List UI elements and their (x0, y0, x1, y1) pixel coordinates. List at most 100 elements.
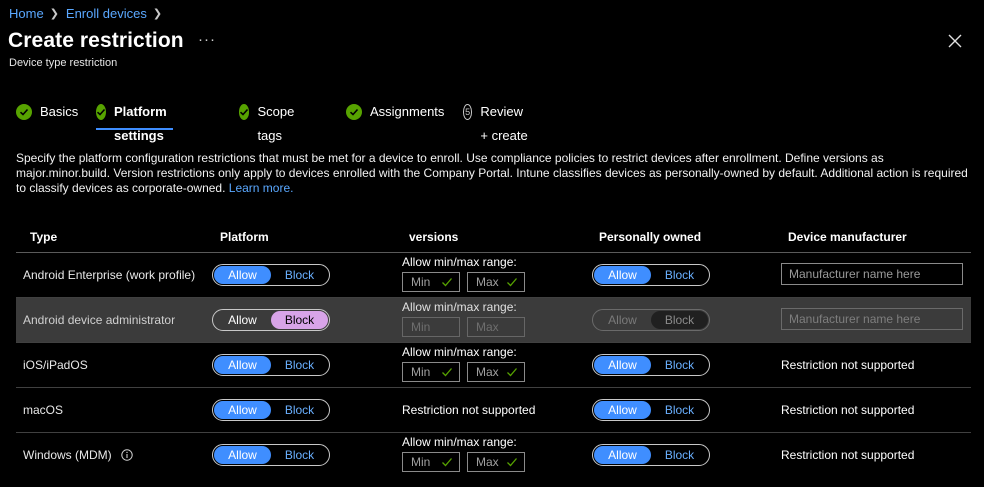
tab-review-create[interactable]: 5 Review + create (463, 100, 530, 143)
checkmark-icon (442, 458, 452, 467)
version-range: Allow min/max range: Min Max (402, 255, 525, 292)
tab-label: Assignments (370, 104, 445, 119)
platform-allow-block-toggle[interactable]: Allow Block (212, 399, 330, 421)
version-range-label: Allow min/max range: (402, 435, 517, 449)
checkmark-icon (442, 278, 452, 287)
page-title: Create restriction (8, 29, 184, 52)
block-option[interactable]: Block (271, 266, 328, 284)
block-option: Block (651, 311, 708, 329)
manufacturer-input[interactable]: Manufacturer name here (781, 263, 963, 285)
chevron-right-icon: ❯ (152, 7, 163, 20)
column-header-device-manufacturer: Device manufacturer (788, 230, 907, 244)
block-option[interactable]: Block (651, 446, 708, 464)
block-option[interactable]: Block (651, 401, 708, 419)
platform-type-label: iOS/iPadOS (23, 358, 88, 372)
tab-label: Platform settings (114, 104, 167, 143)
allow-option[interactable]: Allow (594, 401, 651, 419)
checkmark-icon (507, 368, 517, 377)
table-row: Android Enterprise (work profile) Allow … (16, 253, 971, 298)
tab-label: Basics (40, 104, 79, 119)
platform-type-cell: Windows (MDM) (23, 433, 133, 477)
max-version-input[interactable]: Max (467, 362, 525, 382)
platform-type-label: Android device administrator (23, 313, 176, 327)
allow-option[interactable]: Allow (214, 356, 271, 374)
min-version-input: Min (402, 317, 460, 337)
page-subtitle: Device type restriction (9, 57, 118, 69)
version-range-label: Allow min/max range: (402, 255, 517, 269)
tab-scope-tags[interactable]: Scope tags (239, 100, 300, 143)
check-circle-icon (346, 104, 362, 120)
version-range-label: Allow min/max range: (402, 300, 517, 314)
allow-option[interactable]: Allow (594, 266, 651, 284)
min-version-input[interactable]: Min (402, 362, 460, 382)
checkmark-icon (507, 458, 517, 467)
manufacturer-input: Manufacturer name here (781, 308, 963, 330)
version-range: Allow min/max range: Min Max (402, 300, 525, 337)
step-number-badge: 5 (463, 104, 473, 120)
personally-owned-toggle[interactable]: Allow Block (592, 444, 710, 466)
learn-more-link[interactable]: Learn more. (229, 181, 294, 195)
platform-allow-block-toggle[interactable]: Allow Block (212, 444, 330, 466)
platform-type-label: Android Enterprise (work profile) (23, 268, 196, 282)
breadcrumb-enroll-devices-link[interactable]: Enroll devices (66, 6, 147, 21)
block-option[interactable]: Block (271, 401, 328, 419)
platform-table: Type Platform versions Personally owned … (16, 223, 971, 478)
tab-basics[interactable]: Basics (16, 100, 78, 130)
allow-option[interactable]: Allow (214, 311, 271, 329)
column-header-personally-owned: Personally owned (599, 230, 702, 244)
manufacturer-not-supported: Restriction not supported (781, 358, 915, 372)
breadcrumb-home-link[interactable]: Home (9, 6, 44, 21)
description: Specify the platform configuration restr… (16, 151, 971, 196)
allow-option[interactable]: Allow (214, 266, 271, 284)
max-version-input[interactable]: Max (467, 452, 525, 472)
version-range: Allow min/max range: Min Max (402, 345, 525, 382)
allow-option[interactable]: Allow (214, 401, 271, 419)
block-option[interactable]: Block (271, 446, 328, 464)
table-header: Type Platform versions Personally owned … (16, 223, 971, 253)
table-row: iOS/iPadOS Allow Block Allow min/max ran… (16, 343, 971, 388)
tab-label: Review + create (480, 104, 528, 143)
description-text: Specify the platform configuration restr… (16, 151, 968, 195)
table-row: Windows (MDM) Allow Block Allow min/max … (16, 433, 971, 478)
min-version-input[interactable]: Min (402, 272, 460, 292)
allow-option[interactable]: Allow (214, 446, 271, 464)
platform-allow-block-toggle[interactable]: Allow Block (212, 264, 330, 286)
close-icon[interactable] (946, 32, 964, 50)
personally-owned-toggle[interactable]: Allow Block (592, 399, 710, 421)
checkmark-icon (442, 368, 452, 377)
table-row: macOS Allow Block Restriction not suppor… (16, 388, 971, 433)
personally-owned-toggle[interactable]: Allow Block (592, 354, 710, 376)
allow-option[interactable]: Allow (594, 446, 651, 464)
column-header-versions: versions (409, 230, 459, 244)
max-version-input: Max (467, 317, 525, 337)
more-options-icon[interactable]: ··· (198, 31, 216, 48)
manufacturer-not-supported: Restriction not supported (781, 448, 915, 462)
tab-assignments[interactable]: Assignments (346, 100, 444, 130)
version-range-label: Allow min/max range: (402, 345, 517, 359)
table-row: Android device administrator Allow Block… (16, 298, 971, 343)
block-option[interactable]: Block (651, 356, 708, 374)
platform-type-label: macOS (23, 403, 64, 417)
tab-platform-settings[interactable]: Platform settings (96, 100, 173, 143)
version-range: Allow min/max range: Min Max (402, 435, 525, 472)
check-circle-icon (16, 104, 32, 120)
platform-allow-block-toggle[interactable]: Allow Block (212, 354, 330, 376)
min-version-input[interactable]: Min (402, 452, 460, 472)
block-option[interactable]: Block (271, 311, 328, 329)
block-option[interactable]: Block (271, 356, 328, 374)
platform-allow-block-toggle[interactable]: Allow Block (212, 309, 330, 331)
personally-owned-toggle: Allow Block (592, 309, 710, 331)
breadcrumb: Home ❯ Enroll devices ❯ (9, 5, 169, 21)
tab-label: Scope tags (257, 104, 295, 143)
check-circle-icon (239, 104, 250, 120)
allow-option[interactable]: Allow (594, 356, 651, 374)
max-version-input[interactable]: Max (467, 272, 525, 292)
personally-owned-toggle[interactable]: Allow Block (592, 264, 710, 286)
column-header-platform: Platform (220, 230, 269, 244)
allow-option: Allow (608, 313, 637, 327)
block-option[interactable]: Block (651, 266, 708, 284)
info-icon[interactable] (120, 449, 133, 461)
chevron-right-icon: ❯ (49, 7, 59, 20)
platform-type-label: Windows (MDM) (23, 448, 112, 462)
column-header-type: Type (30, 230, 58, 244)
